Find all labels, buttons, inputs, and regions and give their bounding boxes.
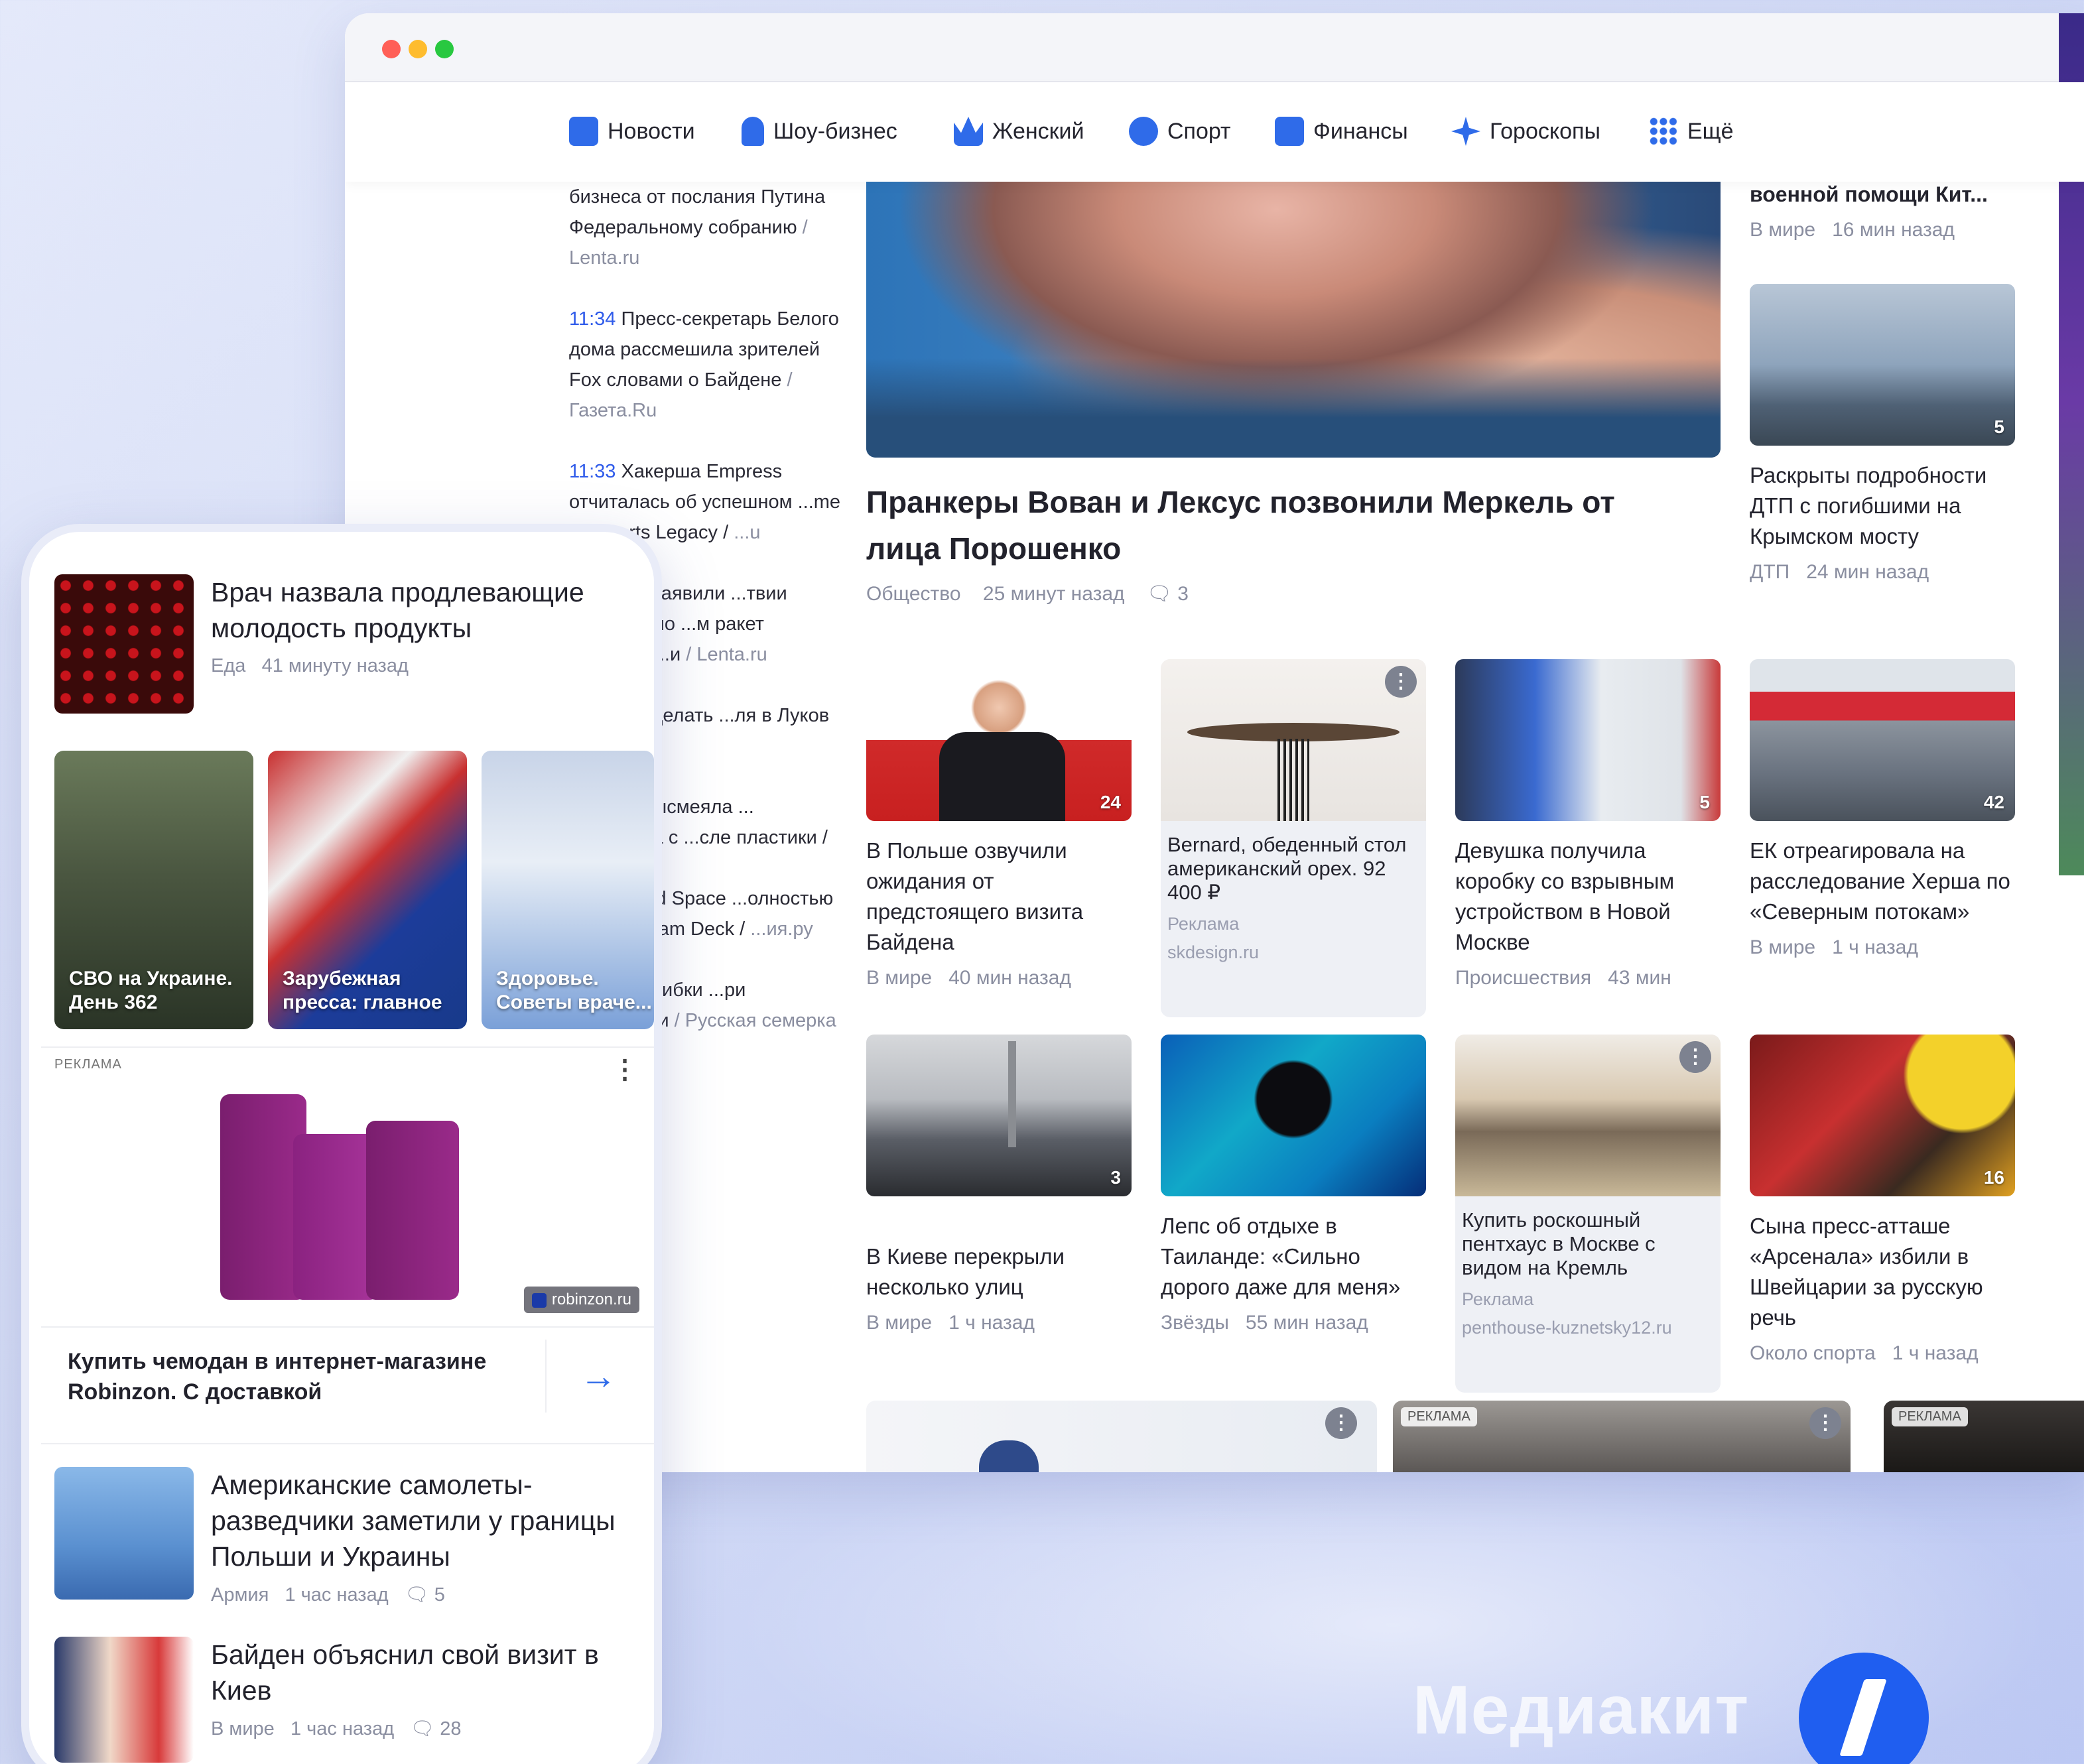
- news-card[interactable]: 24 В Польше озвучили ожидания от предсто…: [866, 659, 1132, 989]
- arrow-right-icon[interactable]: →: [580, 1354, 617, 1397]
- top-navigation: Новости Шоу-бизнес Женский Спорт Финансы…: [345, 82, 2084, 182]
- news-icon: [569, 117, 598, 146]
- news-image: 42: [1750, 659, 2015, 821]
- bottom-ad[interactable]: РЕКЛАМА ⋮: [1884, 1401, 2084, 1472]
- story-card[interactable]: Здоровье. Советы враче...: [482, 751, 654, 1029]
- feed-item[interactable]: бизнеса от послания Путина Федеральному …: [569, 182, 848, 273]
- story-card[interactable]: Зарубежная пресса: главное: [268, 751, 467, 1029]
- ad-card[interactable]: ⋮ Купить роскошный пентхаус в Москве с в…: [1455, 1035, 1721, 1393]
- wallet-icon: [1275, 117, 1304, 146]
- title-bar: [345, 13, 2084, 82]
- nav-horoscopes[interactable]: Гороскопы: [1451, 113, 1600, 150]
- phone-news-item[interactable]: Байден объяснил свой визит в Киев В мире…: [54, 1637, 635, 1763]
- phone-news-item[interactable]: Врач назвала продлевающие молодость прод…: [54, 574, 635, 714]
- news-card[interactable]: 16 Сына пресс-атташе «Арсенала» избили в…: [1750, 1035, 2015, 1365]
- slash-logo-icon: [1839, 1679, 1887, 1756]
- mediakit-label: Медиакит: [1413, 1672, 1750, 1749]
- maximize-window-button[interactable]: [435, 40, 454, 58]
- more-options-icon[interactable]: ⋮: [1385, 666, 1417, 698]
- nav-more[interactable]: Ещё: [1649, 113, 1734, 150]
- news-card[interactable]: 5 Девушка получила коробку со взрывным у…: [1455, 659, 1721, 989]
- news-card[interactable]: 42 ЕК отреагировала на расследование Хер…: [1750, 659, 2015, 959]
- plane-image: [54, 1467, 194, 1600]
- bottom-ad[interactable]: ⋮: [866, 1401, 1377, 1472]
- nav-news[interactable]: Новости: [569, 113, 695, 150]
- more-options-icon[interactable]: ⋮: [1325, 1407, 1357, 1439]
- biden-image: [54, 1637, 194, 1763]
- minimize-window-button[interactable]: [409, 40, 427, 58]
- suitcase-image: [220, 1068, 472, 1300]
- more-options-icon[interactable]: ⋮: [1679, 1041, 1711, 1073]
- bottom-ad[interactable]: РЕКЛАМА ⋮: [1393, 1401, 1851, 1472]
- more-options-icon[interactable]: ⋮: [1809, 1407, 1841, 1439]
- robinzon-logo-icon: [531, 1292, 547, 1308]
- news-image: 5: [1455, 659, 1721, 821]
- close-window-button[interactable]: [382, 40, 401, 58]
- news-card[interactable]: 3 В Киеве перекрыли несколько улиц В мир…: [866, 1035, 1132, 1334]
- nav-sport[interactable]: Спорт: [1129, 113, 1231, 150]
- side-news-2[interactable]: 5 Раскрыты подробности ДТП с погибшими н…: [1750, 284, 2015, 584]
- hero-title[interactable]: Пранкеры Вован и Лексус позвонили Меркел…: [866, 479, 1682, 572]
- news-image: 16: [1750, 1035, 2015, 1196]
- side-news-1[interactable]: военной помощи Кит... В мире 16 мин наза…: [1750, 182, 2015, 241]
- hero-image[interactable]: [866, 182, 1721, 458]
- crown-icon: [954, 117, 983, 146]
- nav-finance[interactable]: Финансы: [1275, 113, 1408, 150]
- ball-icon: [1129, 117, 1158, 146]
- berries-image: [54, 574, 194, 714]
- comment-icon: 🗨: [410, 1718, 435, 1739]
- news-card[interactable]: Лепс об отдыхе в Таиланде: «Сильно дорог…: [1161, 1035, 1426, 1334]
- phone-news-item[interactable]: Американские самолеты-разведчики заметил…: [54, 1467, 649, 1606]
- hero-meta: Общество 25 минут назад 🗨 3: [866, 583, 1189, 605]
- feed-item[interactable]: 11:34 Пресс-секретарь Белого дома рассме…: [569, 304, 848, 426]
- bridge-image: 5: [1750, 284, 2015, 446]
- news-image: 24: [866, 659, 1132, 821]
- grid-icon: [1649, 117, 1678, 146]
- comment-icon: 🗨: [1146, 583, 1172, 605]
- ad-card[interactable]: ⋮ Bernard, обеденный стол американский о…: [1161, 659, 1426, 1017]
- phone-ad-block[interactable]: РЕКЛАМА ⋮ robinzon.ru Купить чемодан в и…: [41, 1046, 654, 1444]
- comment-icon: 🗨: [404, 1584, 429, 1606]
- news-image: 3: [866, 1035, 1132, 1196]
- nav-showbiz[interactable]: Шоу-бизнес: [742, 113, 897, 150]
- news-image: [1161, 1035, 1426, 1196]
- microphone-icon: [742, 117, 764, 146]
- nav-women[interactable]: Женский: [954, 113, 1084, 150]
- star-icon: [1451, 117, 1480, 146]
- phone-mockup: Врач назвала продлевающие молодость прод…: [21, 524, 662, 1764]
- story-card[interactable]: СВО на Украине. День 362: [54, 751, 253, 1029]
- more-options-icon[interactable]: ⋮: [612, 1054, 638, 1085]
